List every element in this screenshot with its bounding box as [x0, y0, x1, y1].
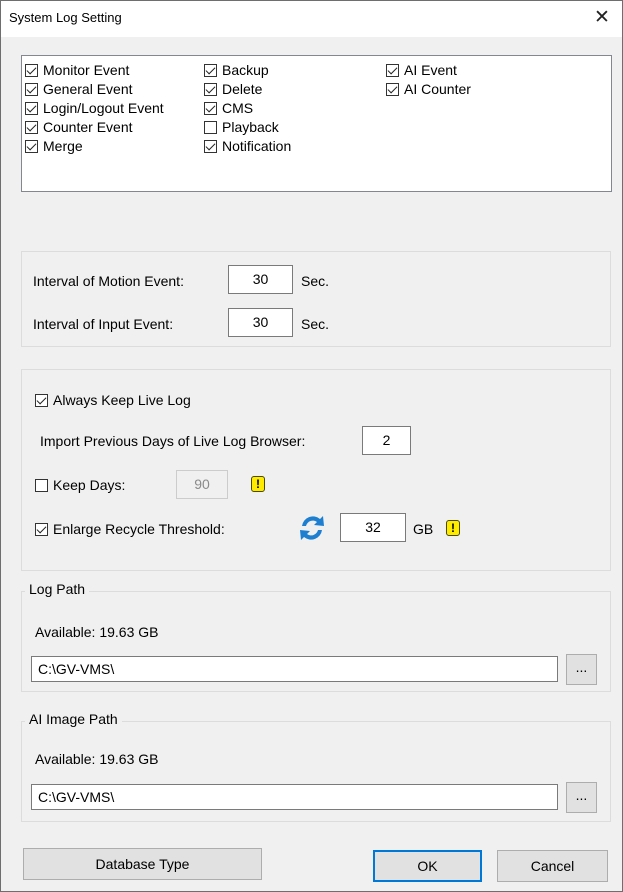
enlarge-threshold-input[interactable]: 32: [340, 513, 406, 542]
checkbox-label: Monitor Event: [43, 62, 130, 78]
checkbox-icon: [25, 139, 38, 153]
ok-button[interactable]: OK: [373, 850, 482, 882]
ai-counter-checkbox[interactable]: AI Counter: [386, 80, 471, 98]
ai-image-path-input[interactable]: C:\GV-VMS\: [31, 784, 558, 810]
refresh-icon[interactable]: [296, 511, 328, 545]
title-bar: System Log Setting ✕: [1, 1, 622, 37]
log-path-browse-button[interactable]: ...: [566, 654, 597, 685]
input-interval-label: Interval of Input Event:: [33, 316, 174, 332]
checkbox-label: Counter Event: [43, 119, 133, 135]
monitor-event-checkbox[interactable]: Monitor Event: [25, 61, 129, 79]
playback-checkbox[interactable]: Playback: [204, 118, 279, 136]
import-previous-days-input[interactable]: 2: [362, 426, 411, 455]
login-logout-event-checkbox[interactable]: Login/Logout Event: [25, 99, 164, 117]
ai-image-path-title: AI Image Path: [25, 711, 122, 727]
checkbox-icon: [204, 82, 217, 96]
log-path-input[interactable]: C:\GV-VMS\: [31, 656, 558, 682]
motion-interval-label: Interval of Motion Event:: [33, 273, 184, 289]
checkbox-label: Login/Logout Event: [43, 100, 164, 116]
motion-interval-input[interactable]: 30: [228, 265, 293, 294]
checkbox-label: Merge: [43, 138, 83, 154]
checkbox-icon: [25, 120, 38, 134]
enlarge-threshold-unit: GB: [413, 521, 434, 537]
input-interval-input[interactable]: 30: [228, 308, 293, 337]
warning-icon[interactable]: !: [251, 476, 265, 492]
checkbox-label: AI Event: [404, 62, 457, 78]
checkbox-label: Backup: [222, 62, 269, 78]
cms-checkbox[interactable]: CMS: [204, 99, 253, 117]
checkbox-label: Keep Days:: [53, 477, 126, 493]
counter-event-checkbox[interactable]: Counter Event: [25, 118, 133, 136]
window-title: System Log Setting: [9, 10, 122, 25]
event-types-list: Monitor Event General Event Login/Logout…: [21, 55, 612, 192]
checkbox-icon: [35, 478, 48, 492]
general-event-checkbox[interactable]: General Event: [25, 80, 133, 98]
backup-checkbox[interactable]: Backup: [204, 61, 269, 79]
motion-interval-unit: Sec.: [301, 273, 330, 289]
checkbox-label: Always Keep Live Log: [53, 392, 191, 408]
checkbox-label: Playback: [222, 119, 279, 135]
log-path-available: Available: 19.63 GB: [35, 624, 159, 640]
ai-image-path-available: Available: 19.63 GB: [35, 751, 159, 767]
notification-checkbox[interactable]: Notification: [204, 137, 291, 155]
cancel-button[interactable]: Cancel: [497, 850, 608, 882]
ai-image-path-browse-button[interactable]: ...: [566, 782, 597, 813]
checkbox-icon: [204, 139, 217, 153]
close-icon[interactable]: ✕: [582, 1, 622, 37]
merge-checkbox[interactable]: Merge: [25, 137, 83, 155]
keep-days-input[interactable]: 90: [176, 470, 228, 499]
checkbox-label: Enlarge Recycle Threshold:: [53, 521, 225, 537]
delete-checkbox[interactable]: Delete: [204, 80, 262, 98]
checkbox-icon: [25, 101, 38, 115]
database-type-button[interactable]: Database Type: [23, 848, 262, 880]
checkbox-icon: [35, 393, 48, 407]
input-interval-unit: Sec.: [301, 316, 330, 332]
interval-group: Interval of Motion Event: 30 Sec. Interv…: [21, 251, 611, 347]
checkbox-icon: [204, 101, 217, 115]
checkbox-icon: [35, 522, 48, 536]
system-log-setting-dialog: System Log Setting ✕ Monitor Event Gener…: [0, 0, 623, 892]
warning-icon[interactable]: !: [446, 520, 460, 536]
enlarge-recycle-threshold-checkbox[interactable]: Enlarge Recycle Threshold:: [35, 520, 225, 538]
checkbox-label: General Event: [43, 81, 133, 97]
log-path-title: Log Path: [25, 581, 90, 597]
checkbox-label: Notification: [222, 138, 292, 154]
live-log-group: Always Keep Live Log Import Previous Day…: [21, 369, 611, 571]
keep-days-checkbox[interactable]: Keep Days:: [35, 476, 125, 494]
checkbox-label: Delete: [222, 81, 263, 97]
checkbox-icon: [204, 63, 217, 77]
checkbox-label: AI Counter: [404, 81, 471, 97]
checkbox-icon: [204, 120, 217, 134]
import-previous-days-label: Import Previous Days of Live Log Browser…: [40, 433, 306, 449]
ai-event-checkbox[interactable]: AI Event: [386, 61, 457, 79]
checkbox-icon: [25, 82, 38, 96]
checkbox-icon: [386, 63, 399, 77]
checkbox-label: CMS: [222, 100, 254, 116]
checkbox-icon: [25, 63, 38, 77]
always-keep-live-log-checkbox[interactable]: Always Keep Live Log: [35, 391, 191, 409]
checkbox-icon: [386, 82, 399, 96]
